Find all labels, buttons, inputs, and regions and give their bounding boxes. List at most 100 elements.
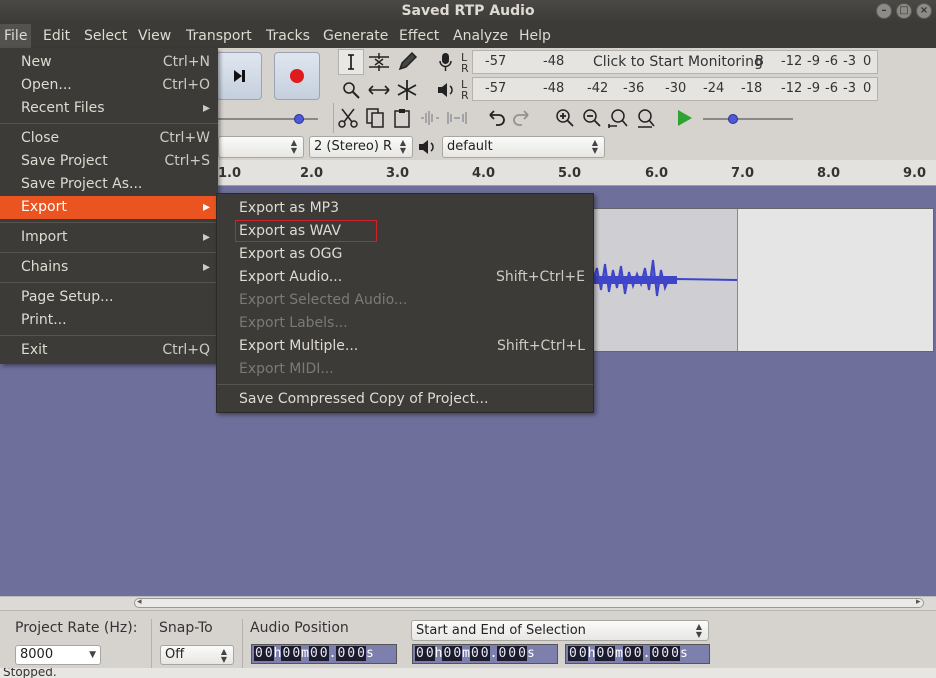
meter-tick: -12: [781, 81, 803, 96]
play-meter[interactable]: -57 -48 -42 -36 -30 -24 -18 -12 -9 -6 -3…: [472, 77, 878, 101]
menu-separator: [0, 252, 218, 253]
menu-item-shortcut: Shift+Ctrl+E: [495, 269, 585, 285]
gain-slider-thumb[interactable]: [294, 114, 304, 124]
menu-item-import[interactable]: Import ▸: [0, 226, 218, 249]
selection-tool-button[interactable]: [338, 49, 364, 75]
menu-item-print[interactable]: Print...: [0, 309, 218, 332]
play-meter-button[interactable]: [434, 78, 458, 102]
menu-effect[interactable]: Effect: [395, 24, 443, 48]
close-icon[interactable]: ×: [916, 3, 932, 19]
maximize-icon[interactable]: □: [896, 3, 912, 19]
menu-item-page-setup[interactable]: Page Setup...: [0, 286, 218, 309]
zoom-in-button[interactable]: [553, 106, 577, 130]
copy-icon: [366, 108, 384, 128]
meter-tick: -9: [807, 81, 820, 96]
snap-to-select[interactable]: Off ▲ ▼: [160, 645, 234, 665]
menu-item-label: Export as OGG: [239, 246, 343, 262]
submenu-arrow-icon: ▸: [202, 100, 210, 116]
menu-edit[interactable]: Edit: [39, 24, 74, 48]
zoom-tool-button[interactable]: [338, 77, 364, 103]
output-speaker-icon: [416, 136, 440, 158]
menu-bar: File Edit Select View Transport Tracks G…: [0, 24, 936, 48]
menu-item-export-mp3[interactable]: Export as MP3: [217, 197, 593, 220]
menu-item-exit[interactable]: Exit Ctrl+Q: [0, 339, 218, 362]
scroll-right-icon[interactable]: ▸: [916, 597, 921, 607]
menu-item-new[interactable]: New Ctrl+N: [0, 51, 218, 74]
menu-item-save-project-as[interactable]: Save Project As...: [0, 173, 218, 196]
skip-to-end-button[interactable]: [216, 52, 262, 100]
selection-start-value: 0 0h0 0m0 0.0 0 0s: [415, 646, 535, 661]
silence-audio-icon: [447, 112, 467, 124]
menu-item-export[interactable]: Export ▸: [0, 196, 218, 219]
zoom-out-icon: [583, 109, 601, 127]
redo-button[interactable]: [510, 106, 534, 130]
menu-generate[interactable]: Generate: [319, 24, 392, 48]
menu-item-export-audio[interactable]: Export Audio... Shift+Ctrl+E: [217, 266, 593, 289]
multi-tool-button[interactable]: [394, 77, 420, 103]
menu-item-recent-files[interactable]: Recent Files ▸: [0, 97, 218, 120]
timeline-ruler[interactable]: 1.0 2.0 3.0 4.0 5.0 6.0 7.0 8.0 9.0: [218, 160, 936, 186]
record-button[interactable]: [274, 52, 320, 100]
menu-item-save-compressed-copy[interactable]: Save Compressed Copy of Project...: [217, 388, 593, 411]
zoom-out-button[interactable]: [580, 106, 604, 130]
ruler-tick: 7.0: [731, 166, 755, 181]
monitoring-prompt[interactable]: Click to Start Monitoring: [593, 54, 763, 70]
draw-tool-button[interactable]: [394, 49, 420, 75]
paste-button[interactable]: [390, 106, 414, 130]
fit-selection-button[interactable]: [607, 106, 631, 130]
play-speed-slider-track[interactable]: [703, 118, 793, 120]
selection-mode-select[interactable]: Start and End of Selection ▲ ▼: [411, 620, 709, 641]
menu-item-export-ogg[interactable]: Export as OGG: [217, 243, 593, 266]
scrollbar-thumb[interactable]: [134, 598, 924, 608]
export-submenu: Export as MP3 Export as WAV Export as OG…: [216, 193, 594, 413]
menu-file[interactable]: File: [0, 24, 32, 48]
menu-select[interactable]: Select: [80, 24, 131, 48]
selection-mode-value: Start and End of Selection: [416, 623, 586, 638]
menu-item-label: Export as MP3: [239, 200, 340, 216]
input-device-select[interactable]: ▲ ▼: [218, 136, 304, 158]
meter-tick: -3: [843, 54, 856, 69]
trim-button[interactable]: [418, 106, 442, 130]
pencil-icon: [398, 51, 418, 71]
play-at-speed-button[interactable]: [672, 106, 696, 130]
selection-end-time[interactable]: 0 0h0 0m0 0.0 0 0s: [565, 644, 710, 664]
silence-button[interactable]: [445, 106, 469, 130]
menu-item-shortcut: Ctrl+Q: [162, 342, 210, 358]
play-speed-slider-thumb[interactable]: [728, 114, 738, 124]
cut-button[interactable]: [336, 106, 360, 130]
undo-button[interactable]: [484, 106, 508, 130]
updown-icon: ▲ ▼: [220, 647, 227, 664]
record-meter[interactable]: -57 -48 Click to Start Monitoring B -12 …: [472, 50, 878, 74]
menu-item-save-project[interactable]: Save Project Ctrl+S: [0, 150, 218, 173]
clipboard-icon: [394, 109, 410, 128]
skip-end-icon: [234, 70, 245, 82]
record-meter-button[interactable]: [434, 50, 458, 74]
menu-item-close[interactable]: Close Ctrl+W: [0, 127, 218, 150]
fit-project-button[interactable]: [634, 106, 658, 130]
meter-tick: -3: [843, 81, 856, 96]
project-rate-select[interactable]: 8000 ▼: [15, 645, 101, 665]
minimize-icon[interactable]: –: [876, 3, 892, 19]
time-shift-tool-button[interactable]: [366, 77, 392, 103]
updown-icon: ▲ ▼: [695, 622, 702, 639]
menu-item-label: Print...: [21, 312, 67, 328]
scroll-left-icon[interactable]: ◂: [137, 597, 142, 607]
horizontal-scrollbar[interactable]: ◂ ▸: [0, 596, 936, 610]
audio-position-time[interactable]: 0 0h0 0m0 0.0 0 0s: [251, 644, 397, 664]
selection-start-time[interactable]: 0 0h0 0m0 0.0 0 0s: [412, 644, 558, 664]
updown-icon: ▲ ▼: [290, 138, 297, 155]
menu-item-chains[interactable]: Chains ▸: [0, 256, 218, 279]
output-device-select[interactable]: default ▲ ▼: [442, 136, 605, 158]
menu-analyze[interactable]: Analyze: [449, 24, 512, 48]
menu-transport[interactable]: Transport: [182, 24, 256, 48]
menu-help[interactable]: Help: [515, 24, 555, 48]
menu-item-export-multiple[interactable]: Export Multiple... Shift+Ctrl+L: [217, 335, 593, 358]
meter-tick: -48: [543, 81, 565, 96]
copy-button[interactable]: [363, 106, 387, 130]
menu-tracks[interactable]: Tracks: [262, 24, 314, 48]
menu-view[interactable]: View: [134, 24, 175, 48]
channels-select[interactable]: 2 (Stereo) R ▲ ▼: [309, 136, 413, 158]
menu-item-open[interactable]: Open... Ctrl+O: [0, 74, 218, 97]
meter-tick: -18: [741, 81, 763, 96]
envelope-tool-button[interactable]: [366, 49, 392, 75]
